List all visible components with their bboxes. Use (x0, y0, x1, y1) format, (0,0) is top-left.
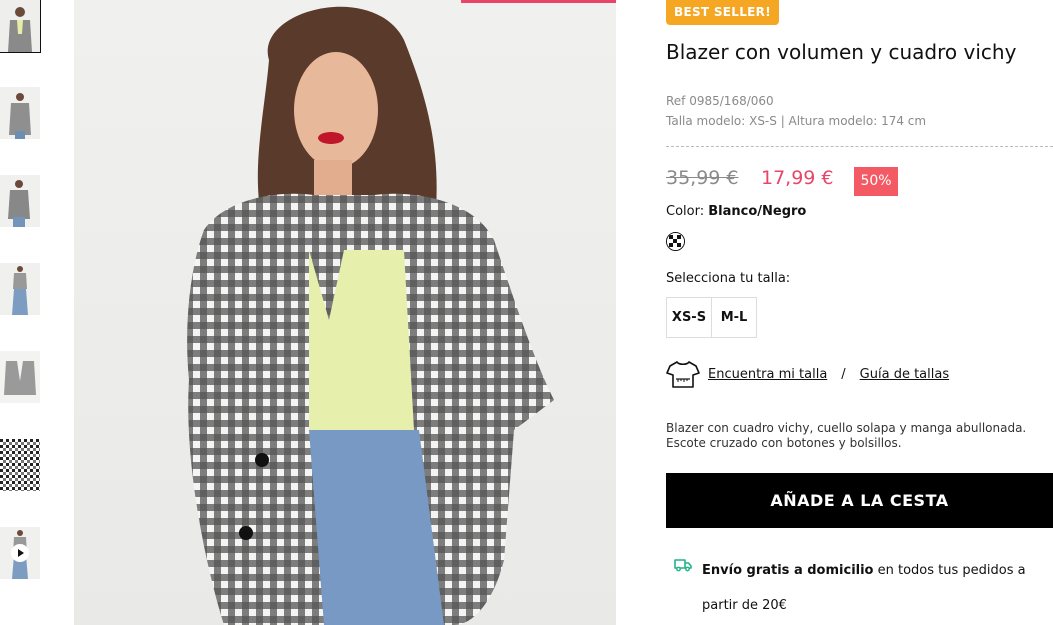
size-guide-link[interactable]: Guía de tallas (860, 367, 949, 382)
play-icon (11, 544, 29, 562)
old-price: 35,99 € (666, 167, 739, 189)
size-option-m-l[interactable]: M-L (712, 298, 756, 337)
product-title: Blazer con volumen y cuadro vichy (666, 40, 1017, 64)
thumbnail-3[interactable] (0, 175, 40, 227)
divider (666, 146, 1053, 147)
product-info-panel: BEST SELLER! Blazer con volumen y cuadro… (666, 0, 1053, 625)
best-seller-badge: BEST SELLER! (666, 0, 779, 25)
thumbnail-image (0, 351, 40, 403)
size-help-row: Encuentra mi talla / Guía de tallas (666, 359, 949, 389)
size-option-xs-s[interactable]: XS-S (667, 298, 712, 337)
find-my-size-link[interactable]: Encuentra mi talla (708, 367, 827, 382)
tshirt-icon (666, 361, 700, 388)
link-separator: / (841, 366, 846, 382)
thumbnail-image (0, 0, 40, 52)
size-label: Selecciona tu talla: (666, 271, 791, 286)
color-value: Blanco/Negro (708, 204, 807, 219)
thumbnail-1[interactable] (0, 0, 41, 53)
image-indicator-bar (461, 0, 616, 3)
shipping-bold: Envío gratis a domicilio (702, 563, 874, 578)
product-description: Blazer con cuadro vichy, cuello solapa y… (666, 421, 1027, 450)
thumbnail-4[interactable] (0, 263, 40, 315)
color-swatch-blanco-negro[interactable] (666, 232, 685, 251)
sale-price: 17,99 € (761, 167, 834, 189)
thumbnail-7-video[interactable] (0, 527, 40, 579)
thumbnail-image (0, 263, 40, 315)
add-to-cart-button[interactable]: AÑADE A LA CESTA (666, 473, 1053, 528)
product-photo (74, 0, 616, 625)
shipping-info: Envío gratis a domicilio en todos tus pe… (666, 553, 1053, 623)
swatch-pattern (667, 233, 684, 250)
thumbnail-2[interactable] (0, 87, 40, 139)
truck-icon (674, 559, 692, 572)
color-row: Color: Blanco/Negro (666, 204, 806, 219)
size-selector: XS-S M-L (666, 297, 757, 338)
color-label: Color: (666, 204, 709, 219)
thumbnail-6[interactable] (0, 439, 40, 491)
thumbnail-image (0, 175, 40, 227)
discount-badge: 50% (854, 167, 898, 196)
model-info: Talla modelo: XS-S | Altura modelo: 174 … (666, 114, 927, 128)
thumbnail-image (0, 439, 40, 491)
product-reference: Ref 0985/168/060 (666, 94, 774, 108)
thumbnail-5[interactable] (0, 351, 40, 403)
thumbnail-image (0, 87, 40, 139)
main-product-image[interactable] (74, 0, 616, 625)
